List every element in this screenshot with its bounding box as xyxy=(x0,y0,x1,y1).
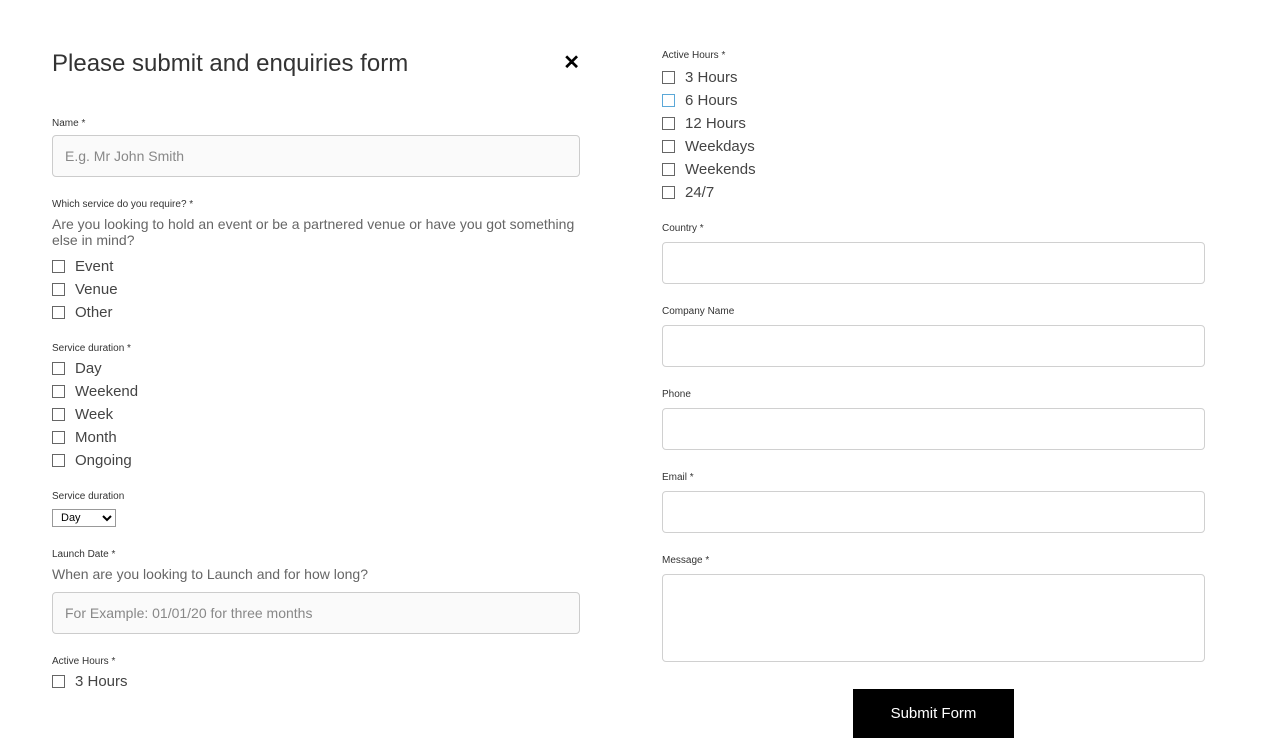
modal-header: Please submit and enquiries form ✕ xyxy=(52,50,580,78)
message-field-group: Message * xyxy=(662,555,1205,667)
duration-select-label: Service duration xyxy=(52,491,580,502)
checkbox-icon xyxy=(662,140,675,153)
duration-option[interactable]: Month xyxy=(52,429,580,446)
service-field-group: Which service do you require? * Are you … xyxy=(52,199,580,321)
company-label: Company Name xyxy=(662,306,1205,317)
active-hours-left-list: 3 Hours xyxy=(52,673,580,690)
checkbox-icon xyxy=(662,163,675,176)
checkbox-label: 6 Hours xyxy=(685,92,738,109)
active-hours-left-group: Active Hours * 3 Hours xyxy=(52,656,580,690)
email-input[interactable] xyxy=(662,491,1205,533)
launch-field-group: Launch Date * When are you looking to La… xyxy=(52,549,580,634)
checkbox-icon xyxy=(662,117,675,130)
checkbox-label: 24/7 xyxy=(685,184,714,201)
country-input[interactable] xyxy=(662,242,1205,284)
checkbox-label: Week xyxy=(75,406,113,423)
checkbox-icon xyxy=(52,385,65,398)
submit-button[interactable]: Submit Form xyxy=(853,689,1015,738)
checkbox-icon xyxy=(662,186,675,199)
duration-label: Service duration * xyxy=(52,343,580,354)
country-field-group: Country * xyxy=(662,223,1205,284)
checkbox-icon xyxy=(662,71,675,84)
message-label: Message * xyxy=(662,555,1205,566)
active-hours-right-label: Active Hours * xyxy=(662,50,1205,61)
duration-select-group: Service duration Day xyxy=(52,491,580,527)
active-hours-option[interactable]: Weekdays xyxy=(662,138,1205,155)
checkbox-icon xyxy=(662,94,675,107)
checkbox-label: Weekends xyxy=(685,161,756,178)
service-label: Which service do you require? * xyxy=(52,199,580,210)
active-hours-right-group: Active Hours * 3 Hours 6 Hours 12 Hours … xyxy=(662,50,1205,201)
duration-option[interactable]: Week xyxy=(52,406,580,423)
duration-field-group: Service duration * Day Weekend Week Mont… xyxy=(52,343,580,469)
left-column: Please submit and enquiries form ✕ Name … xyxy=(0,0,640,720)
checkbox-label: Day xyxy=(75,360,102,377)
active-hours-left-label: Active Hours * xyxy=(52,656,580,667)
company-input[interactable] xyxy=(662,325,1205,367)
country-label: Country * xyxy=(662,223,1205,234)
checkbox-label: Weekdays xyxy=(685,138,755,155)
email-field-group: Email * xyxy=(662,472,1205,533)
service-option[interactable]: Event xyxy=(52,258,580,275)
checkbox-icon xyxy=(52,362,65,375)
duration-select[interactable]: Day xyxy=(52,509,116,527)
company-field-group: Company Name xyxy=(662,306,1205,367)
duration-option[interactable]: Day xyxy=(52,360,580,377)
close-icon[interactable]: ✕ xyxy=(563,50,580,75)
checkbox-label: Ongoing xyxy=(75,452,132,469)
checkbox-label: Month xyxy=(75,429,117,446)
checkbox-label: Venue xyxy=(75,281,118,298)
duration-option[interactable]: Weekend xyxy=(52,383,580,400)
email-label: Email * xyxy=(662,472,1205,483)
checkbox-icon xyxy=(52,306,65,319)
active-hours-option[interactable]: 6 Hours xyxy=(662,92,1205,109)
launch-label: Launch Date * xyxy=(52,549,580,560)
enquiry-form-modal: Please submit and enquiries form ✕ Name … xyxy=(0,0,1280,720)
service-option[interactable]: Other xyxy=(52,304,580,321)
active-hours-option[interactable]: 24/7 xyxy=(662,184,1205,201)
name-input[interactable] xyxy=(52,135,580,177)
message-textarea[interactable] xyxy=(662,574,1205,662)
active-hours-option[interactable]: 3 Hours xyxy=(662,69,1205,86)
phone-label: Phone xyxy=(662,389,1205,400)
checkbox-label: Weekend xyxy=(75,383,138,400)
right-column: Active Hours * 3 Hours 6 Hours 12 Hours … xyxy=(640,0,1280,720)
checkbox-label: 3 Hours xyxy=(75,673,128,690)
service-option[interactable]: Venue xyxy=(52,281,580,298)
active-hours-option[interactable]: Weekends xyxy=(662,161,1205,178)
duration-options-list: Day Weekend Week Month Ongoing xyxy=(52,360,580,469)
checkbox-label: Other xyxy=(75,304,113,321)
checkbox-icon xyxy=(52,454,65,467)
launch-input[interactable] xyxy=(52,592,580,634)
modal-title: Please submit and enquiries form xyxy=(52,50,408,78)
phone-input[interactable] xyxy=(662,408,1205,450)
name-field-group: Name * xyxy=(52,118,580,177)
checkbox-label: 3 Hours xyxy=(685,69,738,86)
duration-option[interactable]: Ongoing xyxy=(52,452,580,469)
checkbox-icon xyxy=(52,283,65,296)
checkbox-icon xyxy=(52,408,65,421)
service-options-list: Event Venue Other xyxy=(52,258,580,321)
phone-field-group: Phone xyxy=(662,389,1205,450)
launch-sublabel: When are you looking to Launch and for h… xyxy=(52,566,580,582)
active-hours-right-list: 3 Hours 6 Hours 12 Hours Weekdays Weeken… xyxy=(662,69,1205,201)
checkbox-icon xyxy=(52,260,65,273)
active-hours-option[interactable]: 3 Hours xyxy=(52,673,580,690)
checkbox-label: Event xyxy=(75,258,113,275)
name-label: Name * xyxy=(52,118,580,129)
checkbox-icon xyxy=(52,431,65,444)
checkbox-label: 12 Hours xyxy=(685,115,746,132)
checkbox-icon xyxy=(52,675,65,688)
service-sublabel: Are you looking to hold an event or be a… xyxy=(52,216,580,248)
active-hours-option[interactable]: 12 Hours xyxy=(662,115,1205,132)
